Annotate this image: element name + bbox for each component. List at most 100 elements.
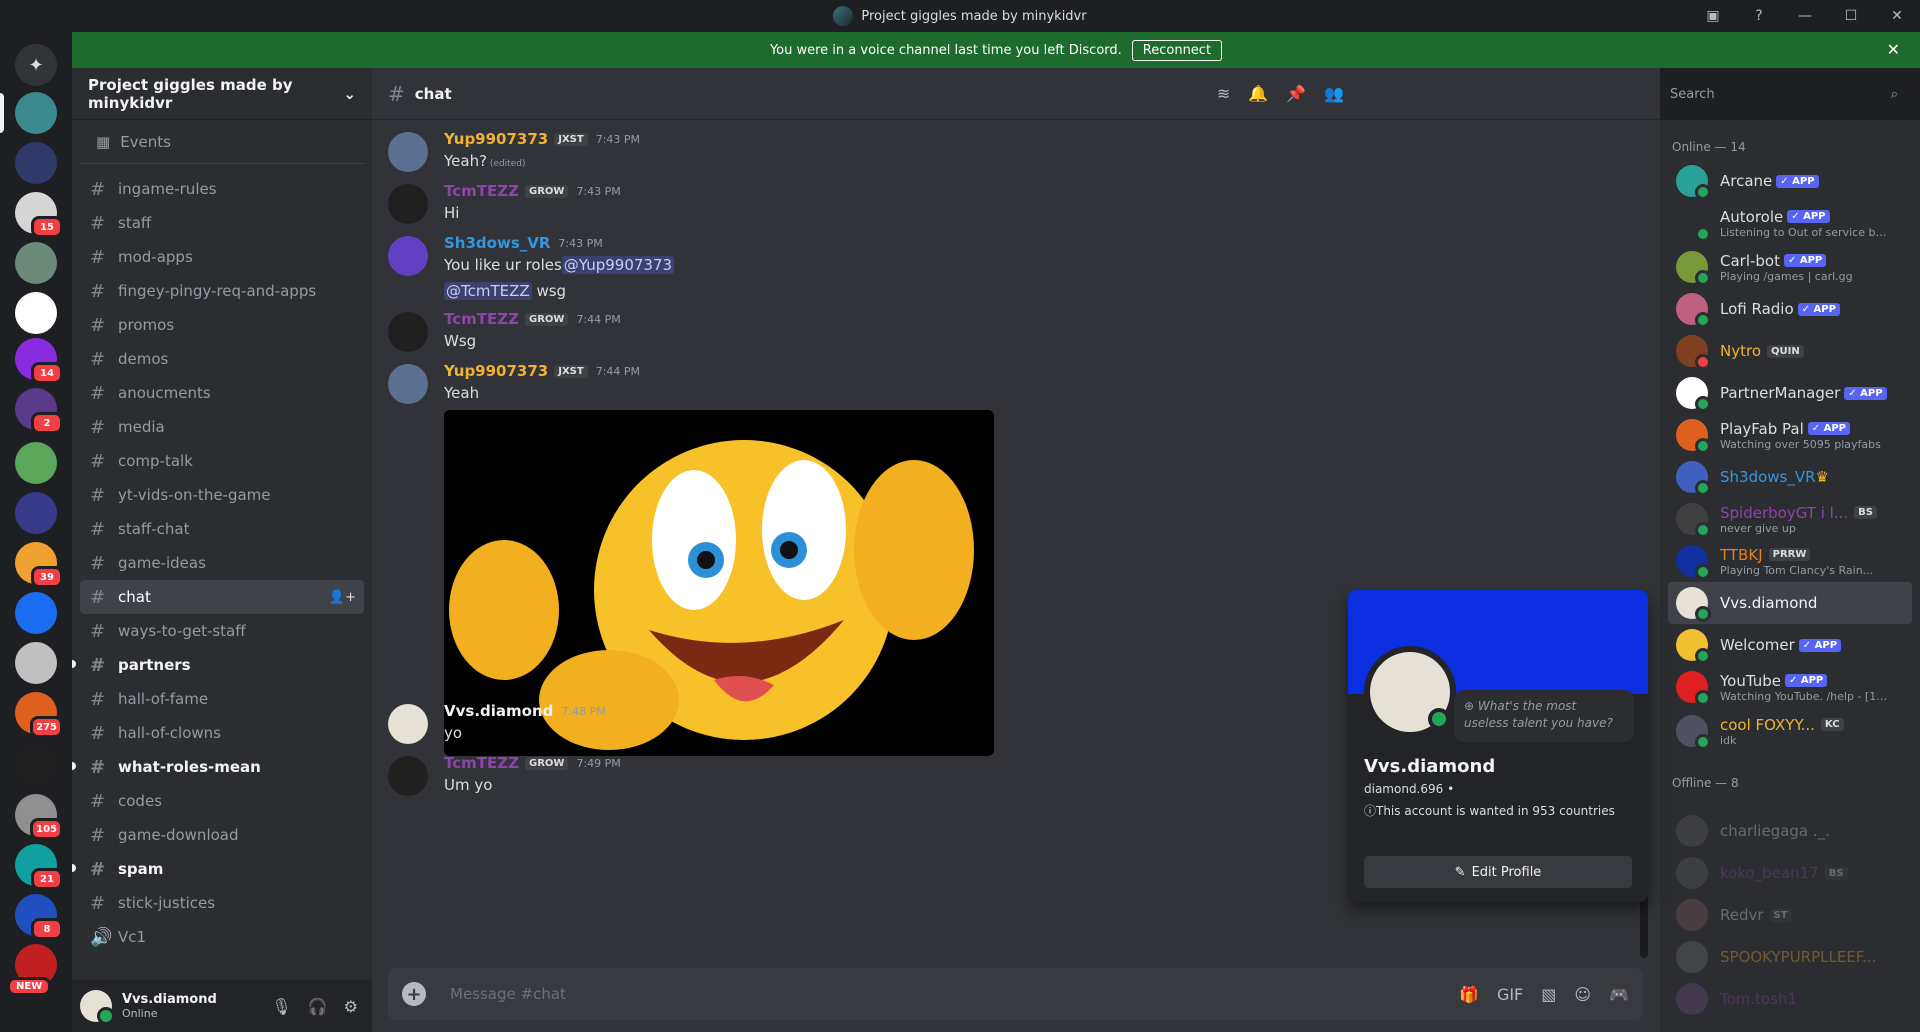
- avatar[interactable]: [80, 990, 115, 1025]
- server-icon[interactable]: 275: [15, 692, 63, 738]
- reconnect-button[interactable]: Reconnect: [1131, 39, 1223, 61]
- channel-item-promos[interactable]: # promos: [80, 308, 364, 342]
- server-icon[interactable]: 14: [15, 338, 63, 384]
- server-icon[interactable]: [15, 642, 57, 684]
- headphones-icon[interactable]: 🎧: [308, 997, 328, 1016]
- member-item[interactable]: Vvs.diamond: [1668, 582, 1912, 624]
- events-item[interactable]: ▦ Events: [80, 120, 364, 164]
- server-icon[interactable]: 2: [15, 388, 63, 434]
- close-window-button[interactable]: ✕: [1874, 0, 1920, 32]
- message-input[interactable]: Message #chat: [450, 985, 566, 1003]
- search-input[interactable]: Search ⌕: [1662, 80, 1906, 108]
- help-icon[interactable]: ?: [1736, 0, 1782, 32]
- member-item[interactable]: YouTube ✓ APP Watching YouTube. /help - [1…: [1668, 666, 1912, 708]
- inbox-icon[interactable]: ▣: [1690, 0, 1736, 32]
- member-item[interactable]: Nytro QUIN: [1668, 330, 1912, 372]
- guild-tag[interactable]: JXST: [554, 132, 588, 146]
- threads-icon[interactable]: ≋: [1217, 84, 1230, 103]
- gif-icon[interactable]: GIF: [1497, 985, 1523, 1004]
- member-item[interactable]: Carl-bot ✓ APP Playing /games | carl.gg: [1668, 246, 1912, 288]
- member-item[interactable]: Lofi Radio ✓ APP: [1668, 288, 1912, 330]
- channel-item-chat[interactable]: # chat 👤+: [80, 580, 364, 614]
- channel-item-ingame-rules[interactable]: # ingame-rules: [80, 172, 364, 206]
- member-item[interactable]: Autorole ✓ APP Listening to Out of service…: [1668, 202, 1912, 244]
- channel-item-spam[interactable]: # spam: [72, 852, 364, 886]
- channel-item-mod-apps[interactable]: # mod-apps: [80, 240, 364, 274]
- channel-item-vc1[interactable]: 🔊 Vc1: [80, 920, 364, 954]
- message-author[interactable]: TcmTEZZ: [444, 754, 519, 772]
- server-icon[interactable]: [15, 292, 57, 334]
- emoji-icon[interactable]: ☺: [1574, 985, 1591, 1004]
- gift-icon[interactable]: 🎁: [1459, 985, 1479, 1004]
- activities-icon[interactable]: 🎮: [1609, 985, 1629, 1004]
- member-item[interactable]: Arcane ✓ APP: [1668, 160, 1912, 202]
- members-icon[interactable]: 👥: [1324, 84, 1344, 103]
- server-icon[interactable]: 105: [15, 794, 63, 840]
- pin-icon[interactable]: 📌: [1286, 84, 1306, 103]
- channel-item-staff-chat[interactable]: # staff-chat: [80, 512, 364, 546]
- channel-item-demos[interactable]: # demos: [80, 342, 364, 376]
- guild-tag[interactable]: GROW: [525, 312, 569, 326]
- avatar[interactable]: [388, 312, 428, 352]
- member-item[interactable]: koko_bean17 BS: [1668, 852, 1912, 894]
- server-icon[interactable]: NEW: [7, 944, 57, 996]
- server-icon[interactable]: [15, 442, 57, 484]
- server-icon[interactable]: 39: [15, 542, 63, 588]
- server-icon[interactable]: 8: [15, 894, 63, 940]
- server-icon[interactable]: [15, 242, 57, 284]
- member-item[interactable]: SpiderboyGT i l... BS never give up: [1668, 498, 1912, 540]
- channel-item-game-ideas[interactable]: # game-ideas: [80, 546, 364, 580]
- message-author[interactable]: Yup9907373: [444, 130, 548, 148]
- message-author[interactable]: Sh3dows_VR: [444, 234, 550, 252]
- message-author[interactable]: Vvs.diamond: [444, 702, 553, 720]
- avatar[interactable]: [388, 236, 428, 276]
- server-icon[interactable]: [0, 92, 57, 134]
- member-item[interactable]: Welcomer ✓ APP: [1668, 624, 1912, 666]
- channel-item-media[interactable]: # media: [80, 410, 364, 444]
- avatar[interactable]: [388, 184, 428, 224]
- member-item[interactable]: Redvr ST: [1668, 894, 1912, 936]
- channel-item-hall-of-clowns[interactable]: # hall-of-clowns: [80, 716, 364, 750]
- edit-profile-button[interactable]: ✎ Edit Profile: [1364, 856, 1632, 888]
- avatar[interactable]: [388, 704, 428, 744]
- channel-item-codes[interactable]: # codes: [80, 784, 364, 818]
- member-item[interactable]: charliegaga ._.: [1668, 810, 1912, 852]
- channel-item-game-download[interactable]: # game-download: [80, 818, 364, 852]
- guild-tag[interactable]: PRRW: [1768, 548, 1811, 561]
- member-item[interactable]: cool FOXYY... KC idk: [1668, 710, 1912, 752]
- guild-header[interactable]: Project giggles made by minykidvr ⌄: [72, 68, 372, 120]
- guild-tag[interactable]: BS: [1824, 866, 1848, 880]
- gear-icon[interactable]: ⚙: [344, 997, 358, 1016]
- channel-item-yt-vids-on-the-game[interactable]: # yt-vids-on-the-game: [80, 478, 364, 512]
- guild-tag[interactable]: KC: [1820, 718, 1844, 731]
- channel-item-anoucments[interactable]: # anoucments: [80, 376, 364, 410]
- channel-item-stick-justices[interactable]: # stick-justices: [80, 886, 364, 920]
- server-icon[interactable]: [15, 142, 57, 184]
- message-composer[interactable]: + Message #chat 🎁 GIF ▧ ☺ 🎮: [388, 968, 1643, 1020]
- user-mention[interactable]: @TcmTEZZ: [444, 282, 532, 300]
- member-item[interactable]: TTBKJ PRRW Playing Tom Clancy's Rain...: [1668, 540, 1912, 582]
- server-icon[interactable]: [15, 592, 57, 634]
- member-item[interactable]: PlayFab Pal ✓ APP Watching over 5095 playf…: [1668, 414, 1912, 456]
- member-item[interactable]: PartnerManager ✓ APP: [1668, 372, 1912, 414]
- profile-avatar[interactable]: [1364, 646, 1456, 738]
- member-item[interactable]: Tom.tosh1: [1668, 978, 1912, 1020]
- guild-tag[interactable]: JXST: [554, 364, 588, 378]
- guild-tag[interactable]: BS: [1854, 506, 1877, 519]
- message-author[interactable]: TcmTEZZ: [444, 310, 519, 328]
- avatar[interactable]: [388, 364, 428, 404]
- member-item[interactable]: SPOOKYPURPLLEEF...: [1668, 936, 1912, 978]
- message-author[interactable]: TcmTEZZ: [444, 182, 519, 200]
- server-icon[interactable]: [15, 744, 57, 786]
- message-author[interactable]: Yup9907373: [444, 362, 548, 380]
- invite-icon[interactable]: 👤+: [329, 590, 356, 605]
- channel-item-fingey-pingy-req-and-apps[interactable]: # fingey-pingy-req-and-apps: [80, 274, 364, 308]
- member-item[interactable]: Sh3dows_VR ♛: [1668, 456, 1912, 498]
- channel-item-ways-to-get-staff[interactable]: # ways-to-get-staff: [80, 614, 364, 648]
- channel-item-hall-of-fame[interactable]: # hall-of-fame: [80, 682, 364, 716]
- channel-item-partners[interactable]: # partners: [72, 648, 364, 682]
- custom-status-bubble[interactable]: ⊕ What's the most useless talent you hav…: [1454, 690, 1634, 742]
- server-icon[interactable]: 15: [15, 192, 63, 238]
- microphone-icon[interactable]: 🎙: [271, 997, 291, 1016]
- bell-icon[interactable]: 🔔: [1248, 84, 1268, 103]
